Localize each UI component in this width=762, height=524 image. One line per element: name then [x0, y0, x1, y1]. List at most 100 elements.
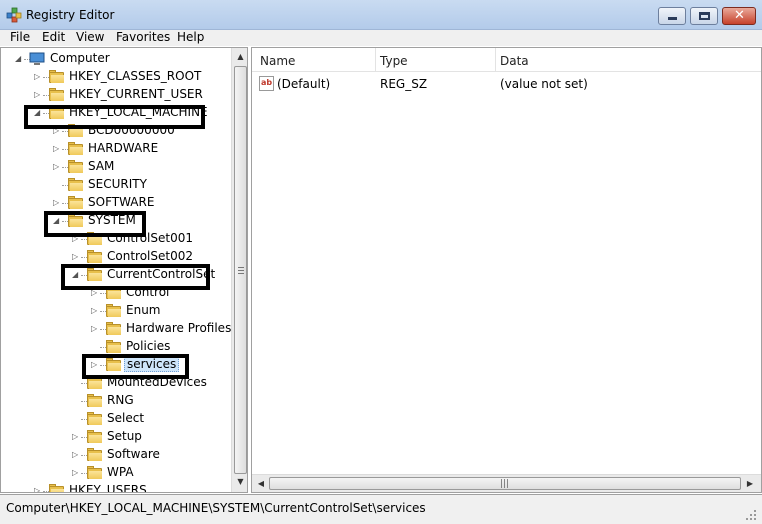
tree-item[interactable]: ▷ HKEY_USERS	[1, 482, 229, 493]
tree-item[interactable]: ▷ HKEY_CLASSES_ROOT	[1, 68, 229, 86]
expand-arrow-icon[interactable]: ▷	[91, 324, 100, 333]
tree-item[interactable]: ▷ SOFTWARE	[1, 194, 229, 212]
highlight-box-hklm	[24, 105, 205, 129]
minimize-button[interactable]	[658, 7, 686, 25]
registry-tree-pane[interactable]: ◢ Computer ▷ HKEY_CLASSES_ROOT ▷ HKEY_CURRENT…	[0, 47, 248, 493]
expand-arrow-icon[interactable]: ▷	[72, 432, 81, 441]
column-header-data[interactable]: Data	[500, 54, 529, 68]
list-item[interactable]: ab (Default) REG_SZ (value not set)	[252, 74, 761, 94]
menu-favorites[interactable]: Favorites	[116, 30, 170, 44]
tree-item-label: HKEY_USERS	[69, 483, 147, 493]
expand-arrow-icon[interactable]: ▷	[72, 252, 81, 261]
maximize-icon	[699, 12, 710, 20]
scroll-right-arrow-icon[interactable]: ▶	[742, 476, 758, 491]
tree-scroll-thumb[interactable]	[234, 66, 247, 474]
tree-item-label: HARDWARE	[88, 141, 159, 155]
tree-item[interactable]: RNG	[1, 392, 229, 410]
tree-vertical-scrollbar[interactable]: ▲ ▼	[231, 48, 247, 492]
highlight-box-system	[44, 211, 146, 237]
minimize-icon	[668, 17, 677, 20]
scroll-up-arrow-icon[interactable]: ▲	[233, 49, 247, 65]
tree-item[interactable]: ▷ HKEY_CURRENT_USER	[1, 86, 229, 104]
tree-item-label: Software	[107, 447, 160, 461]
folder-icon	[87, 394, 103, 407]
tree-item-label: SECURITY	[88, 177, 147, 191]
tree-item-label: Hardware Profiles	[126, 321, 232, 335]
value-type: REG_SZ	[380, 77, 428, 91]
registry-editor-icon	[6, 7, 22, 23]
expand-arrow-icon[interactable]: ▷	[91, 306, 100, 315]
tree-item-label: RNG	[107, 393, 134, 407]
menu-bar: File Edit View Favorites Help	[0, 30, 762, 46]
folder-icon	[49, 484, 65, 492]
expand-arrow-icon[interactable]: ▷	[72, 468, 81, 477]
folder-icon	[87, 448, 103, 461]
values-scroll-thumb[interactable]: |||	[269, 477, 741, 490]
tree-item-label: SOFTWARE	[88, 195, 155, 209]
expand-arrow-icon[interactable]: ▷	[53, 144, 62, 153]
folder-icon	[87, 430, 103, 443]
folder-icon	[106, 304, 122, 317]
tree-item[interactable]: ▷ SAM	[1, 158, 229, 176]
menu-view[interactable]: View	[76, 30, 104, 44]
status-path: Computer\HKEY_LOCAL_MACHINE\SYSTEM\Curre…	[6, 501, 426, 515]
tree-item-label: Computer	[50, 51, 110, 65]
folder-icon	[49, 70, 65, 83]
expand-arrow-icon[interactable]: ▷	[34, 90, 43, 99]
column-header-type[interactable]: Type	[380, 54, 408, 68]
expand-arrow-icon[interactable]: ▷	[53, 198, 62, 207]
folder-icon	[87, 250, 103, 263]
highlight-box-services	[82, 354, 189, 379]
tree-item-label: Setup	[107, 429, 142, 443]
folder-icon	[106, 340, 122, 353]
column-header-name[interactable]: Name	[260, 54, 295, 68]
tree-item-label: HKEY_CLASSES_ROOT	[69, 69, 202, 83]
tree-item[interactable]: ▷ Setup	[1, 428, 229, 446]
folder-icon	[68, 160, 84, 173]
maximize-button[interactable]	[690, 7, 718, 25]
tree-item-label: SAM	[88, 159, 115, 173]
tree-item[interactable]: ▷ WPA	[1, 464, 229, 482]
expand-arrow-icon[interactable]: ▷	[72, 450, 81, 459]
folder-icon	[106, 322, 122, 335]
string-value-icon: ab	[259, 76, 274, 91]
expand-arrow-icon[interactable]: ▷	[34, 72, 43, 81]
tree-item[interactable]: Select	[1, 410, 229, 428]
computer-icon	[29, 52, 45, 65]
tree-item-label: ControlSet002	[107, 249, 193, 263]
folder-icon	[68, 178, 84, 191]
menu-edit[interactable]: Edit	[42, 30, 65, 44]
status-bar: Computer\HKEY_LOCAL_MACHINE\SYSTEM\Curre…	[0, 494, 762, 524]
folder-icon	[68, 196, 84, 209]
tree-item[interactable]: ◢ Computer	[1, 50, 229, 68]
collapse-arrow-icon[interactable]: ◢	[15, 54, 24, 63]
tree-item[interactable]: SECURITY	[1, 176, 229, 194]
folder-icon	[49, 88, 65, 101]
window-title: Registry Editor	[26, 8, 115, 22]
values-pane[interactable]: Name Type Data ab (Default) REG_SZ (valu…	[251, 47, 762, 493]
folder-icon	[68, 142, 84, 155]
list-header: Name Type Data	[252, 48, 761, 72]
menu-file[interactable]: File	[10, 30, 30, 44]
tree-item[interactable]: ▷ HARDWARE	[1, 140, 229, 158]
menu-help[interactable]: Help	[177, 30, 204, 44]
scroll-left-arrow-icon[interactable]: ◀	[253, 476, 269, 491]
tree-item[interactable]: ▷ Hardware Profiles	[1, 320, 231, 338]
tree-item-label: Select	[107, 411, 145, 425]
tree-item-label: Policies	[126, 339, 171, 353]
resize-grip-icon[interactable]	[745, 509, 757, 521]
expand-arrow-icon[interactable]: ▷	[34, 486, 43, 492]
tree-item[interactable]: ▷ Software	[1, 446, 229, 464]
close-button[interactable]: ✕	[722, 7, 756, 25]
scroll-down-arrow-icon[interactable]: ▼	[233, 474, 247, 490]
close-icon: ✕	[734, 8, 745, 23]
tree-item[interactable]: ▷ Enum	[1, 302, 229, 320]
tree-item-label: Enum	[126, 303, 161, 317]
folder-icon	[87, 466, 103, 479]
values-horizontal-scrollbar[interactable]: ◀ ||| ▶	[252, 474, 761, 492]
title-bar[interactable]: Registry Editor ✕	[0, 0, 762, 30]
tree-item-label: HKEY_CURRENT_USER	[69, 87, 203, 101]
value-data: (value not set)	[500, 77, 588, 91]
highlight-box-currentcontrolset	[61, 264, 210, 290]
expand-arrow-icon[interactable]: ▷	[53, 162, 62, 171]
